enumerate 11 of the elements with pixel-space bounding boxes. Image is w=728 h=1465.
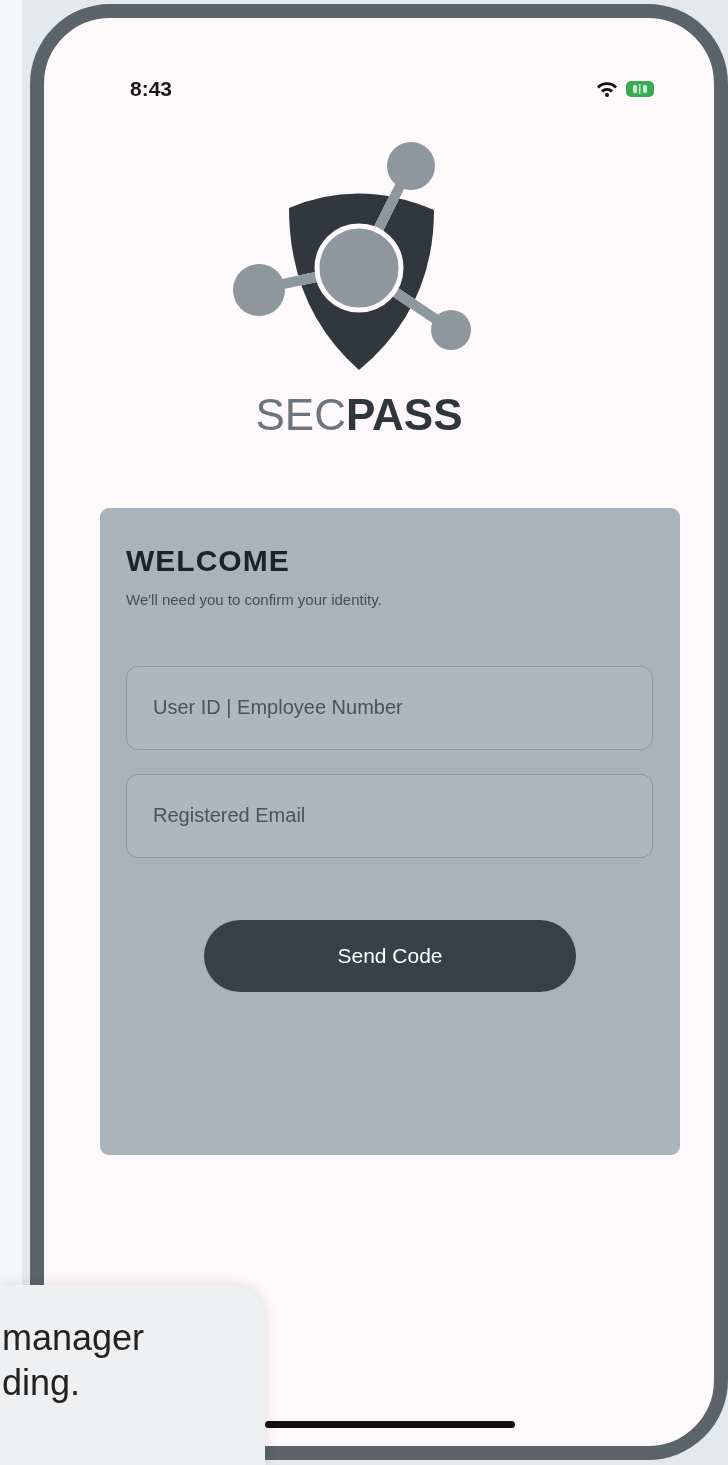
input-field[interactable]: User ID | Employee Number [126, 665, 653, 750]
send-code-button[interactable]: Send Code [204, 919, 576, 992]
battery-icon [626, 81, 654, 97]
input-field[interactable]: Registered Email [126, 773, 653, 858]
status-time: 8:43 [130, 76, 173, 103]
caption-text: manager [1, 1316, 146, 1360]
caption-text: ding. [1, 1361, 82, 1405]
card-title: WELCOME [126, 543, 291, 579]
wifi-icon [596, 81, 618, 97]
app-wordmark: SECPASS [255, 389, 463, 441]
card-subtitle: We'll need you to confirm your identity. [126, 590, 383, 610]
